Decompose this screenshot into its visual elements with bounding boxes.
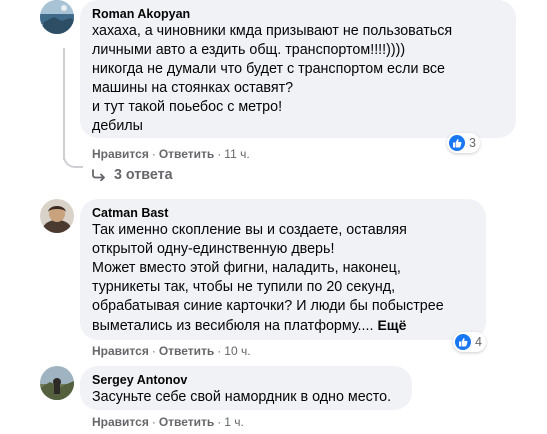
avatar-sergey-antonov[interactable]: [40, 366, 74, 400]
comment-text: хахаха, а чиновники кмда призывают не по…: [92, 23, 453, 134]
comment-actions: Нравится · Ответить · 1 ч.: [92, 414, 244, 430]
comment-actions: Нравится · Ответить · 11 ч.: [92, 146, 250, 162]
separator-dot: ·: [151, 415, 156, 429]
avatar-image: [40, 366, 74, 400]
thread-connector-elbow: [63, 148, 83, 168]
comment-bubble: Roman Akopyan хахаха, а чиновники кмда п…: [80, 0, 516, 138]
comment-author[interactable]: Roman Akopyan: [92, 6, 504, 22]
reaction-count: 4: [475, 335, 482, 349]
reply-button[interactable]: Ответить: [159, 344, 214, 358]
avatar-image: [40, 199, 74, 233]
avatar-image: [40, 0, 74, 34]
see-more-link[interactable]: Ещё: [377, 317, 406, 333]
thread-connector-line: [63, 48, 65, 160]
reaction-count: 3: [469, 136, 476, 150]
reaction-summary[interactable]: 3: [447, 133, 480, 153]
comment-author[interactable]: Sergey Antonov: [92, 372, 400, 388]
comment-bubble: Sergey Antonov Засуньте себе свой наморд…: [80, 366, 412, 410]
reply-arrow-icon: [92, 169, 105, 181]
like-icon: [449, 135, 465, 151]
comment-author[interactable]: Catman Bast: [92, 205, 474, 221]
comment-actions: Нравится · Ответить · 10 ч.: [92, 343, 251, 359]
view-replies-link[interactable]: 3 ответа: [92, 167, 173, 183]
replies-count-label: 3 ответа: [114, 167, 173, 183]
comment-text: Засуньте себе свой намордник в одно мест…: [92, 389, 392, 405]
reply-button[interactable]: Ответить: [159, 415, 214, 429]
separator-dot: ·: [217, 415, 222, 429]
reaction-summary[interactable]: 4: [453, 332, 486, 352]
comment-text: Так именно скопление вы и создаете, оста…: [92, 221, 474, 336]
comment-bubble: Catman Bast Так именно скопление вы и со…: [80, 199, 486, 340]
comment-timestamp[interactable]: 1 ч.: [224, 415, 244, 429]
like-icon: [455, 334, 471, 350]
comment-timestamp[interactable]: 10 ч.: [224, 344, 250, 358]
separator-dot: ·: [151, 147, 156, 161]
like-button[interactable]: Нравится: [92, 147, 149, 161]
comment-timestamp[interactable]: 11 ч.: [224, 147, 249, 161]
avatar-catman-bast[interactable]: [40, 199, 74, 233]
separator-dot: ·: [217, 147, 222, 161]
separator-dot: ·: [151, 344, 156, 358]
comments-thread: Roman Akopyan хахаха, а чиновники кмда п…: [0, 0, 547, 434]
separator-dot: ·: [217, 344, 222, 358]
reply-button[interactable]: Ответить: [159, 147, 214, 161]
avatar-roman-akopyan[interactable]: [40, 0, 74, 34]
like-button[interactable]: Нравится: [92, 344, 149, 358]
like-button[interactable]: Нравится: [92, 415, 149, 429]
